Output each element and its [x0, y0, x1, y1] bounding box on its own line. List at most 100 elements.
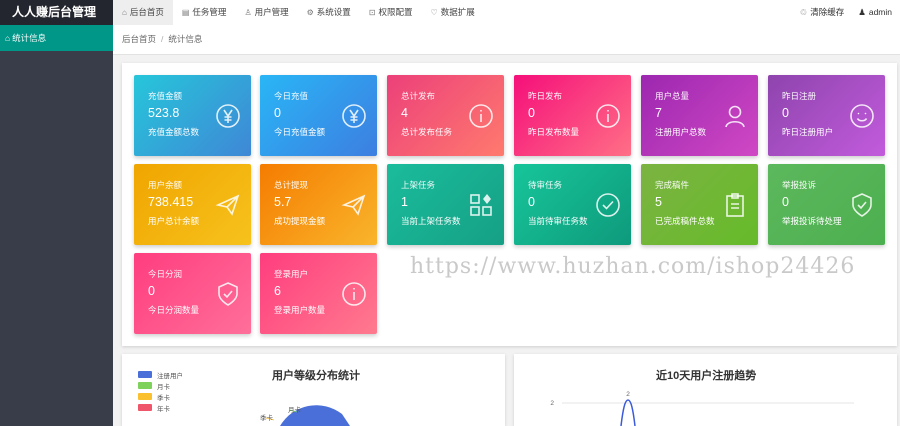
user-icon — [722, 103, 748, 129]
stat-card-value: 5.7 — [274, 195, 292, 209]
series-line — [620, 399, 636, 426]
nav-item-2[interactable]: ♙ 用户管理 — [235, 0, 297, 25]
breadcrumb-separator: / — [161, 34, 164, 44]
stat-card-desc: 登录用户数量 — [274, 305, 326, 315]
nav-item-label: 后台首页 — [129, 7, 164, 17]
check-circle-icon — [595, 192, 621, 218]
line-chart-svg: 2 2 — [550, 391, 854, 426]
breadcrumb-home[interactable]: 后台首页 — [122, 34, 156, 44]
stat-card-desc: 当前上架任务数 — [401, 216, 461, 226]
stat-card-value: 0 — [782, 106, 789, 120]
stat-card-value: 738.415 — [148, 195, 194, 209]
pie-chart-card: 用户等级分布统计 注册用户 月卡 季卡 年卡 月卡 季卡 — [122, 354, 505, 426]
gear-icon: ⚙ — [306, 8, 314, 17]
apps-icon — [468, 192, 494, 218]
nav-item-5[interactable]: ♡ 数据扩展 — [422, 0, 484, 25]
clipboard-icon — [722, 192, 748, 218]
nav-item-4[interactable]: ⊡ 权限配置 — [360, 0, 422, 25]
top-nav: ⌂ 后台首页 ▤ 任务管理 ♙ 用户管理 ⚙ 系统设置 ⊡ 权限配置 ♡ 数据扩展 — [113, 0, 484, 25]
stat-card-10[interactable]: 完成稿件 5 已完成稿件总数 — [641, 164, 758, 245]
pie-label-month: 月卡 — [288, 405, 302, 414]
stat-card-7[interactable]: 总计提现 5.7 成功提现金额 — [260, 164, 377, 245]
nav-item-0[interactable]: ⌂ 后台首页 — [113, 0, 173, 25]
user-menu[interactable]: ♟ admin — [858, 0, 892, 25]
stat-card-8[interactable]: 上架任务 1 当前上架任务数 — [387, 164, 504, 245]
breadcrumb-current: 统计信息 — [168, 34, 203, 44]
home-icon: ⌂ — [122, 8, 127, 17]
stat-card-12[interactable]: 今日分润 0 今日分润数量 — [134, 253, 251, 334]
info-icon — [468, 103, 494, 129]
heart-icon: ♡ — [430, 8, 438, 17]
stat-card-value: 6 — [274, 284, 281, 298]
stat-card-value: 4 — [401, 106, 408, 120]
info-icon — [595, 103, 621, 129]
stat-card-11[interactable]: 举报投诉 0 举报投诉待处理 — [768, 164, 885, 245]
stat-card-title: 昨日发布 — [528, 91, 563, 101]
stat-card-6[interactable]: 用户余额 738.415 用户总计余额 — [134, 164, 251, 245]
stat-card-desc: 已完成稿件总数 — [655, 216, 715, 226]
stat-card-desc: 成功提现金额 — [274, 216, 326, 226]
nav-item-label: 权限配置 — [378, 7, 413, 17]
stat-card-title: 上架任务 — [401, 180, 436, 190]
stat-card-desc: 总计发布任务 — [401, 127, 453, 137]
stat-card-desc: 注册用户总数 — [655, 127, 707, 137]
y-tick-label: 2 — [550, 400, 554, 407]
nav-item-3[interactable]: ⚙ 系统设置 — [298, 0, 360, 25]
stat-card-desc: 昨日注册用户 — [782, 127, 834, 137]
stat-card-title: 登录用户 — [274, 269, 309, 279]
task-icon: ▤ — [181, 8, 190, 17]
person-icon: ♟ — [858, 7, 866, 17]
stat-card-5[interactable]: 昨日注册 0 昨日注册用户 — [768, 75, 885, 156]
stat-card-0[interactable]: 充值金额 523.8 充值金额总数 — [134, 75, 251, 156]
nav-item-1[interactable]: ▤ 任务管理 — [173, 0, 236, 25]
stat-card-title: 完成稿件 — [655, 180, 690, 190]
stat-card-9[interactable]: 待审任务 0 当前待审任务数 — [514, 164, 631, 245]
stat-card-desc: 今日充值金额 — [274, 127, 326, 137]
top-bar: ⌂ 后台首页 ▤ 任务管理 ♙ 用户管理 ⚙ 系统设置 ⊡ 权限配置 ♡ 数据扩展 ♲ 清除缓存 ♟ ad… — [113, 0, 900, 26]
pie-chart-svg: 月卡 季卡 — [260, 405, 350, 426]
nav-item-label: 任务管理 — [192, 7, 227, 17]
stat-card-desc: 用户总计余额 — [148, 216, 200, 226]
nav-item-label: 用户管理 — [254, 7, 289, 17]
stat-card-value: 5 — [655, 195, 662, 209]
stat-card-desc: 昨日发布数量 — [528, 127, 580, 137]
stat-card-title: 总计发布 — [401, 91, 436, 101]
stat-card-value: 0 — [528, 195, 535, 209]
sidebar-item-stats[interactable]: ⌂ 统计信息 — [0, 25, 113, 51]
stats-panel: 充值金额 523.8 充值金额总数 今日充值 0 今日充值金额 总计发布 4 总计发布任务 昨日发… — [122, 63, 897, 346]
watermark-text: https://www.huzhan.com/ishop24426 — [410, 254, 856, 279]
stat-card-1[interactable]: 今日充值 0 今日充值金额 — [260, 75, 377, 156]
stat-card-title: 总计提现 — [274, 180, 309, 190]
stat-card-value: 0 — [274, 106, 281, 120]
stat-card-title: 昨日注册 — [782, 91, 817, 101]
stat-card-2[interactable]: 总计发布 4 总计发布任务 — [387, 75, 504, 156]
stat-card-13[interactable]: 登录用户 6 登录用户数量 — [260, 253, 377, 334]
breadcrumb: 后台首页 / 统计信息 — [113, 25, 900, 55]
yen-icon — [215, 103, 241, 129]
home-icon: ⌂ — [5, 33, 11, 43]
stat-card-value: 0 — [782, 195, 789, 209]
stat-card-3[interactable]: 昨日发布 0 昨日发布数量 — [514, 75, 631, 156]
shield-check-icon — [849, 192, 875, 218]
clear-cache-label: 清除缓存 — [810, 7, 845, 17]
stat-card-4[interactable]: 用户总量 7 注册用户总数 — [641, 75, 758, 156]
stat-card-value: 7 — [655, 106, 662, 120]
stat-card-value: 523.8 — [148, 106, 180, 120]
stat-card-title: 待审任务 — [528, 180, 563, 190]
info-icon — [341, 281, 367, 307]
stat-card-value: 0 — [148, 284, 155, 298]
send-icon — [341, 192, 367, 218]
stat-card-desc: 充值金额总数 — [148, 127, 200, 137]
stat-card-title: 用户总量 — [655, 91, 690, 101]
pie-label-quarter: 季卡 — [260, 413, 274, 422]
app-logo: 人人赚后台管理 — [0, 0, 113, 25]
top-right-tools: ♲ 清除缓存 ♟ admin — [800, 0, 892, 25]
nav-item-label: 系统设置 — [316, 7, 351, 17]
stat-card-desc: 当前待审任务数 — [528, 216, 588, 226]
shield-check-icon — [215, 281, 241, 307]
stat-card-desc: 举报投诉待处理 — [782, 216, 842, 226]
user-name: admin — [868, 7, 892, 17]
data-label-peak: 2 — [626, 391, 630, 398]
send-icon — [215, 192, 241, 218]
clear-cache-button[interactable]: ♲ 清除缓存 — [800, 0, 845, 25]
